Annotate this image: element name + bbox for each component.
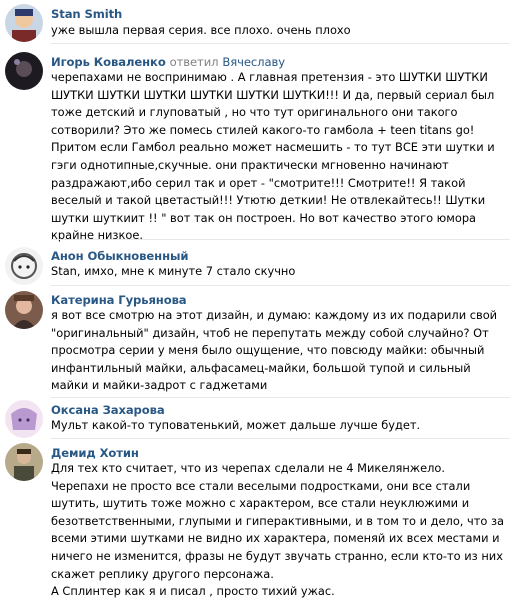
comment-line: ничего не изменится, фразы не будут звуч… — [51, 548, 503, 563]
comment-text: Stan, имхо, мне к минуте 7 стало скучно — [51, 263, 510, 281]
divider — [51, 438, 510, 439]
divider — [51, 397, 510, 398]
avatar[interactable] — [5, 400, 43, 438]
comment-author[interactable]: Анон Обыкновенный — [51, 249, 189, 263]
comment-text: Для тех кто считает, что из черепах сдел… — [51, 460, 510, 601]
avatar[interactable] — [5, 443, 43, 481]
comment-line: шутки шуткиит !! " вот так он построен. … — [51, 210, 477, 225]
comment-author[interactable]: Катерина Гурьянова — [51, 293, 187, 307]
comment-line: раздражают,ибо серил так и орет - "смотр… — [51, 175, 466, 190]
reply-to-link[interactable]: Вячеславу — [222, 55, 285, 69]
divider — [51, 43, 510, 44]
comment-line: Черепахи не просто все стали веселыми по… — [51, 478, 471, 493]
comment-author[interactable]: Stan Smith — [51, 7, 122, 21]
comment-line: я вот все смотрю на этот дизайн, и думаю… — [51, 308, 498, 322]
comment-line: уже вышла первая серия. все плохо. очень… — [51, 23, 351, 37]
comment-line: сотворили? Это же помесь стилей какого-т… — [51, 122, 475, 137]
author-name-link[interactable]: Игорь Коваленко — [51, 55, 166, 69]
comment-line: "оригинальный" дизайн, чтоб не перепутат… — [51, 325, 489, 340]
comment-line: ШУТКИ ШУТКИ ШУТКИ ШУТКИ ШУТКИ ШУТКИ!!! И… — [51, 87, 495, 102]
avatar[interactable] — [5, 4, 43, 42]
comment-line: А Сплинтер как я и писал , просто тихий … — [51, 584, 335, 599]
comment-line: веселый и такой цветастый!!! Утютю детки… — [51, 193, 486, 208]
comment-author: Игорь Коваленко ответил Вячеславу — [51, 55, 285, 69]
divider — [51, 285, 510, 286]
comment-author[interactable]: Демид Хотин — [51, 446, 139, 460]
comment-line: Притом если Гамбол реально может насмеши… — [51, 140, 495, 155]
comment-line: просмотра серии у меня было ощущение, чт… — [51, 343, 485, 358]
avatar[interactable] — [5, 291, 43, 329]
comment-line: инфантильный майки, альфасамец-майки, бо… — [51, 360, 471, 375]
reply-label: ответил — [169, 55, 219, 69]
comment-text: уже вышла первая серия. все плохо. очень… — [51, 22, 510, 40]
comment-line: Stan, имхо, мне к минуте 7 стало скучно — [51, 264, 296, 278]
comment-text: я вот все смотрю на этот дизайн, и думаю… — [51, 307, 510, 395]
divider — [51, 239, 510, 240]
comment-line: Для тех кто считает, что из черепах сдел… — [51, 461, 445, 475]
comment-line: тоже детский и глуповатый , но что тут о… — [51, 105, 458, 120]
comment-line: шутить, шутить тоже можно с характером, … — [51, 496, 470, 511]
comment-line: крайне низкое. — [51, 228, 143, 243]
comment-author[interactable]: Оксана Захарова — [51, 403, 165, 417]
avatar[interactable] — [5, 52, 43, 90]
comment-line: скажет реплику другого персонажа. — [51, 566, 274, 581]
comment-line: Мульт какой-то туповатенький, может даль… — [51, 418, 421, 432]
comment-line: черепахами не воспринимаю . А главная пр… — [51, 70, 488, 84]
comment-line: майки и майки-задрот с гаджетами — [51, 378, 268, 393]
avatar[interactable] — [5, 247, 43, 285]
comment-line: безответственными, глупыми и гиперактивн… — [51, 513, 505, 528]
comment-line: гэги однотипные,скучные. они практически… — [51, 157, 449, 172]
comment-line: всеми этими шутками не видно их характер… — [51, 531, 500, 546]
comment-text: Мульт какой-то туповатенький, может даль… — [51, 417, 510, 435]
comment-text: черепахами не воспринимаю . А главная пр… — [51, 69, 510, 245]
